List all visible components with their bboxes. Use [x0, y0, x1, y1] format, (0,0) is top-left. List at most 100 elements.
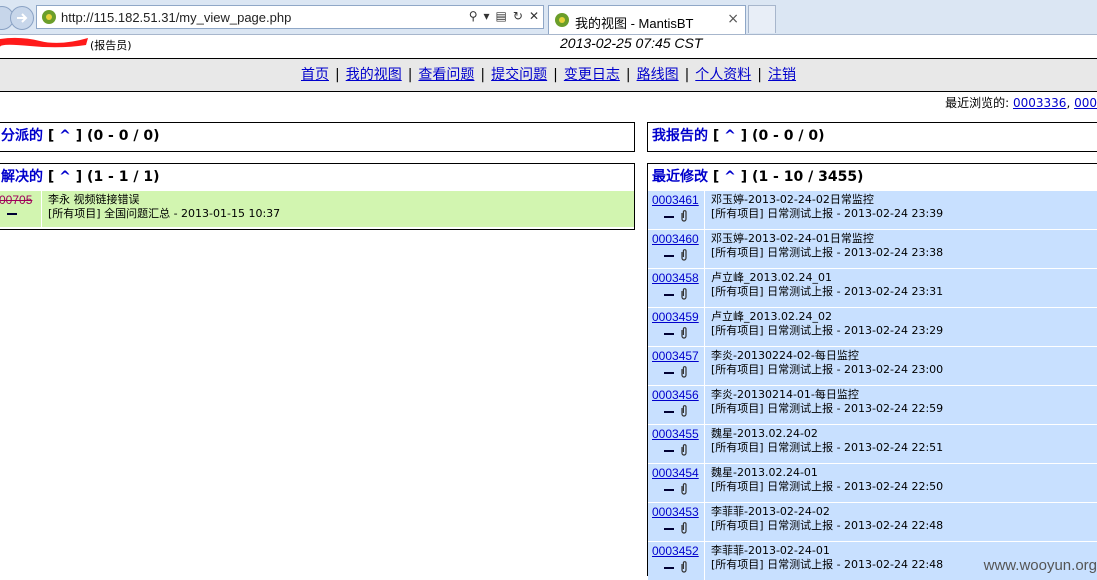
issue-meta: [所有项目] 全国问题汇总 - 2013-01-15 10:37 — [48, 207, 281, 220]
resolved-box: 解决的 [ ^ ] (1 - 1 / 1) 00705 李永 视频链接错误 [所… — [0, 163, 635, 230]
issue-id-link[interactable]: 0003460 — [652, 232, 699, 246]
assigned-expand-link[interactable]: ^ — [59, 128, 71, 144]
assigned-range: (0 - 0 / 0) — [87, 128, 160, 144]
issue-meta: [所有项目] 日常测试上报 - 2013-02-24 23:38 — [711, 246, 944, 259]
issue-id-link[interactable]: 0003458 — [652, 271, 699, 285]
issue-meta: [所有项目] 日常测试上报 - 2013-02-24 22:59 — [711, 402, 944, 415]
mantis-favicon-icon — [42, 10, 56, 24]
priority-normal-icon — [664, 294, 674, 296]
url-text[interactable]: http://115.182.51.31/my_view_page.php — [61, 10, 291, 25]
menu-view-issues[interactable]: 查看问题 — [418, 67, 474, 83]
issue-summary: 李炎-20130224-02-每日监控 — [711, 349, 859, 362]
attachment-icon[interactable] — [680, 210, 688, 222]
table-row: 0003459 卢立峰_2013.02.24_02 [所有项目] 日常测试上报 - … — [648, 307, 1097, 346]
priority-normal-icon — [664, 450, 674, 452]
dropdown-icon[interactable]: ▾ — [484, 9, 490, 23]
assigned-box: 分派的 [ ^ ] (0 - 0 / 0) — [0, 122, 635, 152]
search-icon[interactable]: ⚲ — [469, 9, 478, 23]
main-menu: 首页 | 我的视图 | 查看问题 | 提交问题 | 变更日志 | 路线图 | 个人资料 | 注销 — [0, 58, 1097, 92]
forward-button[interactable] — [10, 6, 34, 30]
menu-roadmap[interactable]: 路线图 — [637, 67, 679, 83]
recent-mod-list: 0003461 邓玉婷-2013-02-24-02日常监控 [所有项目] 日常测试上… — [648, 190, 1097, 580]
issue-meta: [所有项目] 日常测试上报 - 2013-02-24 22:50 — [711, 480, 944, 493]
menu-report-issue[interactable]: 提交问题 — [491, 67, 547, 83]
issue-summary: 卢立峰_2013.02.24_02 — [711, 310, 832, 323]
attachment-icon[interactable] — [680, 483, 688, 495]
reported-range: (0 - 0 / 0) — [752, 128, 825, 144]
address-bar[interactable]: http://115.182.51.31/my_view_page.php ⚲ … — [36, 5, 544, 29]
issue-summary: 邓玉婷-2013-02-24-01日常监控 — [711, 232, 874, 245]
issue-summary: 邓玉婷-2013-02-24-02日常监控 — [711, 193, 874, 206]
menu-changelog[interactable]: 变更日志 — [564, 67, 620, 83]
priority-normal-icon — [7, 213, 17, 215]
priority-normal-icon — [664, 216, 674, 218]
resolved-title-link[interactable]: 解决的 — [1, 169, 43, 185]
issue-id-link[interactable]: 0003456 — [652, 388, 699, 402]
recent-mod-expand-link[interactable]: ^ — [724, 169, 736, 185]
issue-summary: 李菲菲-2013-02-24-02 — [711, 505, 830, 518]
assigned-title-link[interactable]: 分派的 — [1, 128, 43, 144]
issue-summary: 李炎-20130214-01-每日监控 — [711, 388, 859, 401]
table-row: 0003461 邓玉婷-2013-02-24-02日常监控 [所有项目] 日常测试上… — [648, 190, 1097, 229]
issue-id-link[interactable]: 0003452 — [652, 544, 699, 558]
compat-view-icon[interactable]: ▤ — [496, 9, 507, 23]
menu-home[interactable]: 首页 — [301, 67, 329, 83]
reported-title-link[interactable]: 我报告的 — [652, 128, 708, 144]
priority-normal-icon — [664, 489, 674, 491]
attachment-icon[interactable] — [680, 444, 688, 456]
recently-modified-box: 最近修改 [ ^ ] (1 - 10 / 3455) 0003461 邓玉婷-20… — [647, 163, 1097, 580]
refresh-icon[interactable]: ↻ — [513, 9, 523, 23]
menu-my-view[interactable]: 我的视图 — [346, 67, 402, 83]
issue-id-link[interactable]: 0003453 — [652, 505, 699, 519]
attachment-icon[interactable] — [680, 522, 688, 534]
recent-mod-title-link[interactable]: 最近修改 — [652, 169, 708, 185]
table-row: 00705 李永 视频链接错误 [所有项目] 全国问题汇总 - 2013-01-… — [0, 190, 634, 227]
menu-my-account[interactable]: 个人资料 — [695, 67, 751, 83]
issue-id-link[interactable]: 0003454 — [652, 466, 699, 480]
attachment-icon[interactable] — [680, 366, 688, 378]
attachment-icon[interactable] — [680, 561, 688, 573]
tab-close-icon[interactable]: × — [727, 11, 739, 27]
new-tab-button[interactable] — [748, 5, 776, 33]
stop-icon[interactable]: ✕ — [529, 9, 539, 23]
table-row: 0003457 李炎-20130224-02-每日监控 [所有项目] 日常测试上报 … — [648, 346, 1097, 385]
priority-normal-icon — [664, 567, 674, 569]
issue-summary: 魏星-2013.02.24-01 — [711, 466, 818, 479]
current-datetime: 2013-02-25 07:45 CST — [560, 35, 703, 51]
table-row: 0003458 卢立峰_2013.02.24_01 [所有项目] 日常测试上报 - … — [648, 268, 1097, 307]
issue-summary: 魏星-2013.02.24-02 — [711, 427, 818, 440]
attachment-icon[interactable] — [680, 327, 688, 339]
attachment-icon[interactable] — [680, 405, 688, 417]
redaction-mark — [0, 37, 88, 48]
watermark-text: www.wooyun.org — [983, 557, 1097, 574]
issue-meta: [所有项目] 日常测试上报 - 2013-02-24 23:00 — [711, 363, 944, 376]
mantis-tab-icon — [555, 13, 569, 27]
issue-meta: [所有项目] 日常测试上报 - 2013-02-24 23:39 — [711, 207, 944, 220]
menu-logout[interactable]: 注销 — [768, 67, 796, 83]
table-row: 0003456 李炎-20130214-01-每日监控 [所有项目] 日常测试上报 … — [648, 385, 1097, 424]
login-info: (报告员) 2013-02-25 07:45 CST — [0, 35, 1097, 55]
priority-normal-icon — [664, 372, 674, 374]
recently-visited: 最近浏览的: 0003336, 000 — [945, 96, 1097, 110]
issue-summary: 卢立峰_2013.02.24_01 — [711, 271, 832, 284]
tab-my-view[interactable]: 我的视图 - MantisBT × — [548, 5, 746, 34]
attachment-icon[interactable] — [680, 249, 688, 261]
issue-id-link[interactable]: 0003459 — [652, 310, 699, 324]
recent-issue-link[interactable]: 0003336 — [1013, 96, 1066, 110]
reported-expand-link[interactable]: ^ — [724, 128, 736, 144]
resolved-expand-link[interactable]: ^ — [59, 169, 71, 185]
priority-normal-icon — [664, 255, 674, 257]
issue-meta: [所有项目] 日常测试上报 - 2013-02-24 22:48 — [711, 519, 944, 532]
recent-issue-link[interactable]: 000 — [1074, 96, 1097, 110]
issue-id-link[interactable]: 0003461 — [652, 193, 699, 207]
issue-id-link[interactable]: 0003457 — [652, 349, 699, 363]
issue-id-link[interactable]: 0003455 — [652, 427, 699, 441]
issue-id-link[interactable]: 00705 — [0, 193, 32, 207]
priority-normal-icon — [664, 333, 674, 335]
issue-meta: [所有项目] 日常测试上报 - 2013-02-24 23:29 — [711, 324, 944, 337]
table-row: 0003460 邓玉婷-2013-02-24-01日常监控 [所有项目] 日常测试上… — [648, 229, 1097, 268]
issue-meta: [所有项目] 日常测试上报 - 2013-02-24 23:31 — [711, 285, 944, 298]
attachment-icon[interactable] — [680, 288, 688, 300]
issue-summary: 李永 视频链接错误 — [48, 193, 140, 206]
resolved-range: (1 - 1 / 1) — [87, 169, 160, 185]
